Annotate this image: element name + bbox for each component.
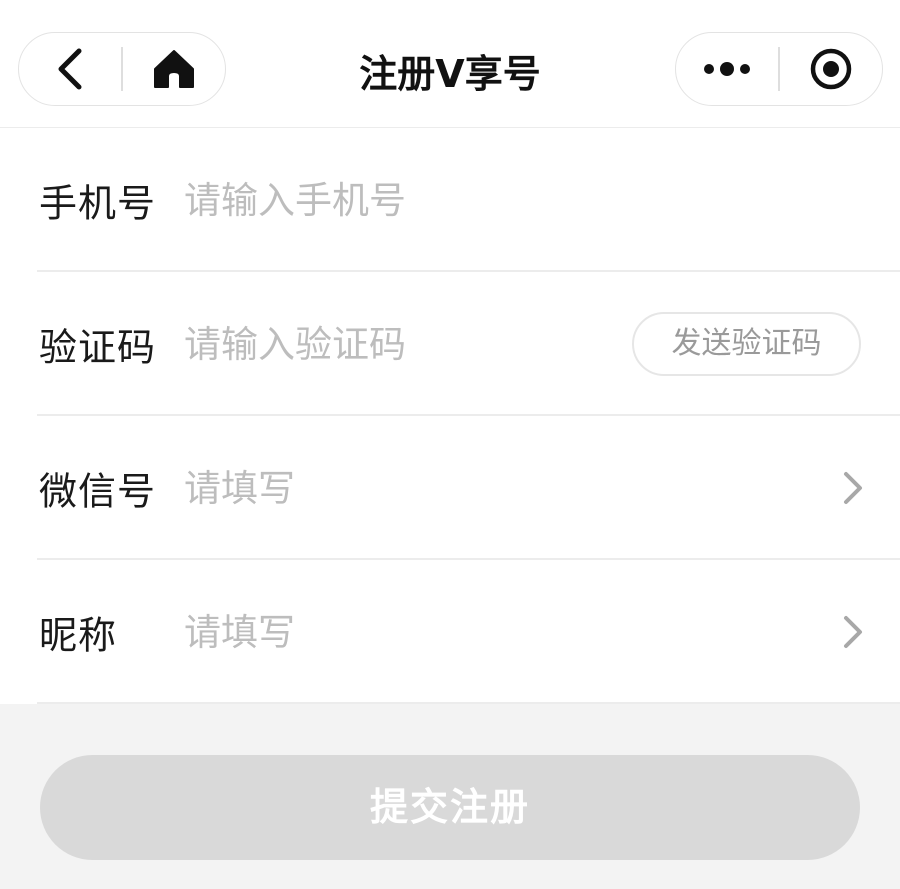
nav-capsule-left xyxy=(18,32,226,106)
wechat-label: 微信号 xyxy=(39,469,157,514)
wechat-row[interactable]: 微信号 xyxy=(0,416,900,560)
top-navbar: 注册V享号 xyxy=(0,0,900,128)
send-code-button[interactable]: 发送验证码 xyxy=(632,312,861,376)
target-circle-icon xyxy=(810,48,852,90)
nickname-input[interactable] xyxy=(184,602,604,662)
code-label: 验证码 xyxy=(39,325,157,370)
more-button[interactable] xyxy=(676,33,778,105)
nickname-row[interactable]: 昵称 xyxy=(0,560,900,704)
home-icon xyxy=(154,50,194,88)
register-page: 注册V享号 手机号 请输入手机号 验证码 请输入验证码 发送验证码 微信号 请填… xyxy=(0,0,900,889)
row-divider xyxy=(37,702,900,704)
register-form: 手机号 验证码 发送验证码 微信号 昵称 xyxy=(0,128,900,704)
close-miniprogram-button[interactable] xyxy=(780,33,882,105)
phone-row: 手机号 xyxy=(0,128,900,272)
chevron-left-icon xyxy=(58,48,82,90)
chevron-right-icon[interactable] xyxy=(838,468,866,508)
code-input[interactable] xyxy=(184,314,604,374)
phone-label: 手机号 xyxy=(39,181,157,226)
nav-capsule-right xyxy=(675,32,883,106)
page-title: 注册V享号 xyxy=(359,52,541,96)
phone-input[interactable] xyxy=(184,170,604,230)
chevron-right-icon[interactable] xyxy=(838,612,866,652)
wechat-input[interactable] xyxy=(184,458,604,518)
back-button[interactable] xyxy=(19,33,121,105)
home-button[interactable] xyxy=(123,33,225,105)
submit-register-button[interactable]: 提交注册 xyxy=(40,755,860,860)
more-dots-icon xyxy=(704,62,750,76)
nickname-label: 昵称 xyxy=(39,613,118,658)
code-row: 验证码 发送验证码 xyxy=(0,272,900,416)
